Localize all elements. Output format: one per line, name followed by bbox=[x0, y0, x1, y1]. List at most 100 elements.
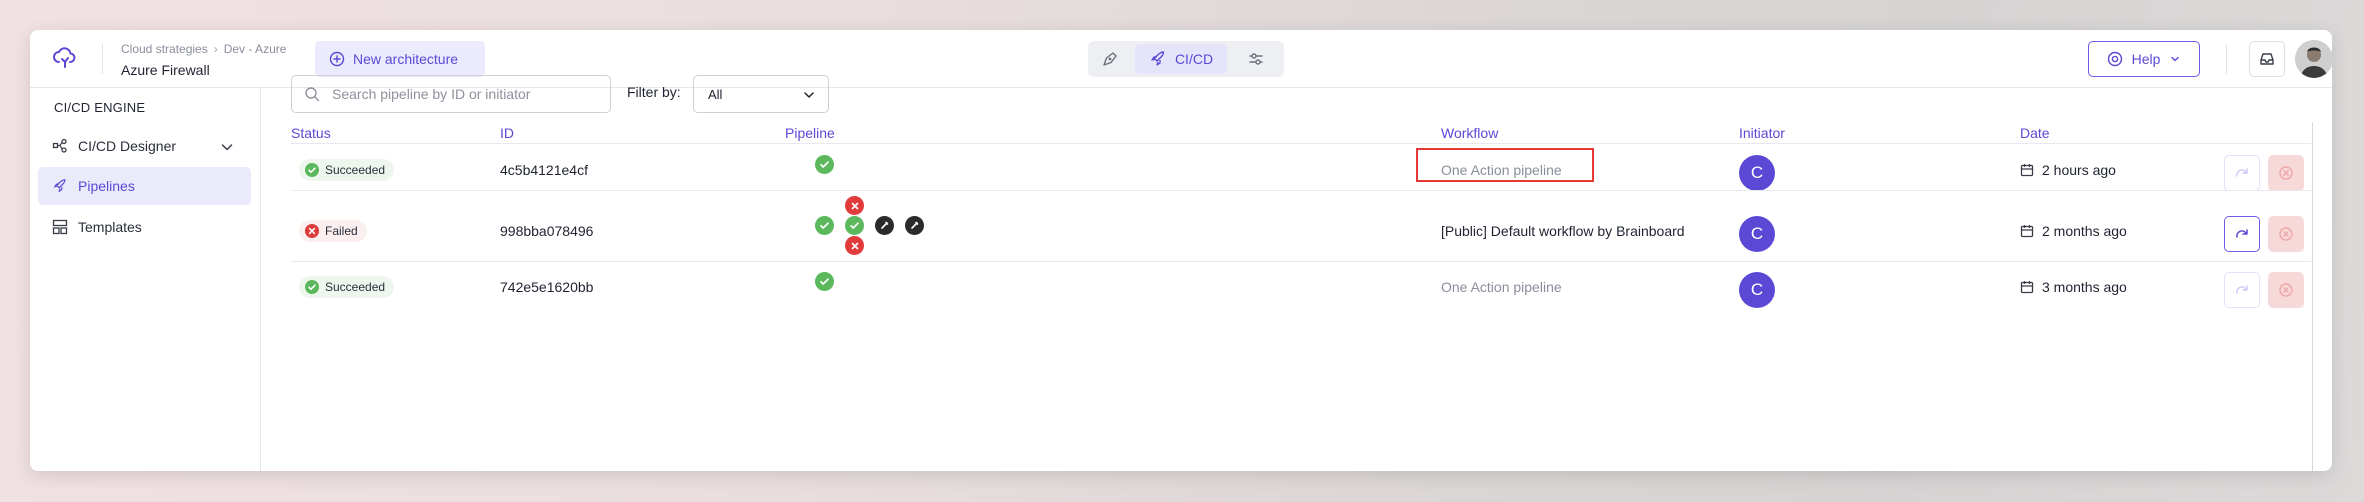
initiator-avatar: C bbox=[1739, 216, 1775, 252]
help-button[interactable]: Help bbox=[2088, 41, 2200, 77]
calendar-icon bbox=[2020, 225, 2034, 238]
redo-icon bbox=[2236, 168, 2248, 177]
date-text: 3 months ago bbox=[2042, 279, 2127, 295]
column-header-pipeline[interactable]: Pipeline bbox=[785, 125, 835, 141]
status-text: Failed bbox=[325, 224, 358, 238]
divider bbox=[2226, 44, 2227, 74]
new-architecture-label: New architecture bbox=[353, 51, 459, 67]
stage-success-icon[interactable] bbox=[815, 155, 834, 174]
inbox-icon bbox=[2260, 53, 2274, 65]
pipeline-id: 998bba078496 bbox=[500, 223, 594, 239]
template-icon bbox=[52, 219, 68, 235]
stage-success-icon[interactable] bbox=[815, 272, 834, 291]
status-text: Succeeded bbox=[325, 163, 386, 177]
stage-failed-icon[interactable] bbox=[845, 196, 864, 215]
project-title: Azure Firewall bbox=[121, 62, 210, 78]
search-input[interactable] bbox=[330, 85, 594, 103]
help-label: Help bbox=[2131, 51, 2161, 67]
sliders-icon bbox=[1249, 53, 1263, 65]
filter-selected-value: All bbox=[708, 86, 723, 102]
error-circle-icon bbox=[305, 224, 319, 238]
stage-skipped-icon[interactable] bbox=[875, 216, 894, 235]
column-header-id[interactable]: ID bbox=[500, 125, 514, 141]
filter-select[interactable]: All bbox=[693, 75, 829, 113]
rocket-icon bbox=[54, 179, 66, 192]
search-field[interactable] bbox=[291, 75, 611, 113]
stage-failed-icon[interactable] bbox=[845, 236, 864, 255]
sidebar-item-cicd-designer[interactable]: CI/CD Designer bbox=[38, 127, 251, 165]
rerun-button[interactable] bbox=[2224, 216, 2260, 252]
divider bbox=[102, 44, 103, 74]
breadcrumb: Cloud strategies › Dev - Azure bbox=[121, 42, 286, 56]
cancel-button[interactable] bbox=[2268, 216, 2304, 252]
cancel-button[interactable] bbox=[2268, 272, 2304, 308]
chevron-down-icon[interactable] bbox=[219, 139, 235, 155]
workflow-icon bbox=[52, 138, 67, 153]
pipeline-id: 742e5e1620bb bbox=[500, 279, 594, 295]
pipeline-date: 2 months ago bbox=[2020, 223, 2127, 239]
check-circle-icon bbox=[305, 163, 319, 177]
plus-circle-icon bbox=[329, 51, 345, 67]
sidebar-item-label: Pipelines bbox=[78, 178, 135, 194]
rerun-button[interactable] bbox=[2224, 272, 2260, 308]
cancel-icon bbox=[2279, 227, 2293, 241]
sidebar: CI/CD ENGINE CI/CD Designer Pipelines Te… bbox=[30, 88, 261, 471]
cancel-icon bbox=[2279, 166, 2293, 180]
sidebar-title: CI/CD ENGINE bbox=[54, 100, 146, 115]
cancel-button[interactable] bbox=[2268, 155, 2304, 191]
pipeline-date: 2 hours ago bbox=[2020, 162, 2116, 178]
cloud-logo-icon[interactable] bbox=[52, 45, 78, 71]
sidebar-item-label: CI/CD Designer bbox=[78, 138, 177, 154]
cicd-mode-label: CI/CD bbox=[1174, 51, 1214, 67]
stage-success-icon[interactable] bbox=[815, 216, 834, 235]
stage-skipped-icon[interactable] bbox=[905, 216, 924, 235]
scrollbar[interactable] bbox=[2312, 122, 2313, 471]
cicd-mode-button[interactable]: CI/CD bbox=[1135, 44, 1227, 74]
breadcrumb-parent[interactable]: Cloud strategies bbox=[121, 42, 208, 56]
sidebar-item-pipelines[interactable]: Pipelines bbox=[38, 167, 251, 205]
chevron-down-icon bbox=[2171, 56, 2180, 62]
app-window: Cloud strategies › Dev - Azure Azure Firew… bbox=[30, 30, 2332, 471]
avatar[interactable] bbox=[2295, 40, 2332, 78]
workflow-name: One Action pipeline bbox=[1441, 279, 1562, 295]
status-text: Succeeded bbox=[325, 280, 386, 294]
search-icon bbox=[305, 87, 320, 102]
design-mode-button[interactable] bbox=[1092, 44, 1128, 74]
chevron-down-icon bbox=[804, 92, 814, 98]
sidebar-item-templates[interactable]: Templates bbox=[38, 208, 251, 246]
breadcrumb-separator: › bbox=[213, 42, 218, 56]
column-header-initiator[interactable]: Initiator bbox=[1739, 125, 1785, 141]
column-header-status[interactable]: Status bbox=[291, 125, 331, 141]
rerun-button[interactable] bbox=[2224, 155, 2260, 191]
redo-icon bbox=[2236, 229, 2248, 238]
pipeline-id: 4c5b4121e4cf bbox=[500, 162, 588, 178]
status-badge: Succeeded bbox=[299, 159, 395, 181]
check-circle-icon bbox=[305, 280, 319, 294]
inbox-button[interactable] bbox=[2249, 41, 2285, 77]
breadcrumb-child[interactable]: Dev - Azure bbox=[224, 42, 287, 56]
initiator-avatar: C bbox=[1739, 155, 1775, 191]
initiator-avatar: C bbox=[1739, 272, 1775, 308]
column-header-date[interactable]: Date bbox=[2020, 125, 2050, 141]
divider bbox=[291, 190, 2311, 191]
date-text: 2 months ago bbox=[2042, 223, 2127, 239]
calendar-icon bbox=[2020, 164, 2034, 177]
status-badge: Succeeded bbox=[299, 276, 395, 298]
calendar-icon bbox=[2020, 281, 2034, 294]
divider bbox=[291, 261, 2311, 262]
rocket-icon bbox=[1151, 51, 1165, 66]
pen-tool-icon bbox=[1103, 52, 1117, 66]
new-architecture-button[interactable]: New architecture bbox=[315, 41, 485, 77]
date-text: 2 hours ago bbox=[2042, 162, 2116, 178]
stage-success-icon[interactable] bbox=[845, 216, 864, 235]
highlight-box bbox=[1416, 148, 1594, 182]
divider bbox=[291, 143, 2311, 144]
workflow-name: [Public] Default workflow by Brainboard bbox=[1441, 223, 1685, 239]
filter-label: Filter by: bbox=[627, 84, 681, 100]
column-header-workflow[interactable]: Workflow bbox=[1441, 125, 1498, 141]
pipeline-date: 3 months ago bbox=[2020, 279, 2127, 295]
sidebar-item-label: Templates bbox=[78, 219, 142, 235]
cancel-icon bbox=[2279, 283, 2293, 297]
settings-mode-button[interactable] bbox=[1238, 44, 1274, 74]
redo-icon bbox=[2236, 285, 2248, 294]
